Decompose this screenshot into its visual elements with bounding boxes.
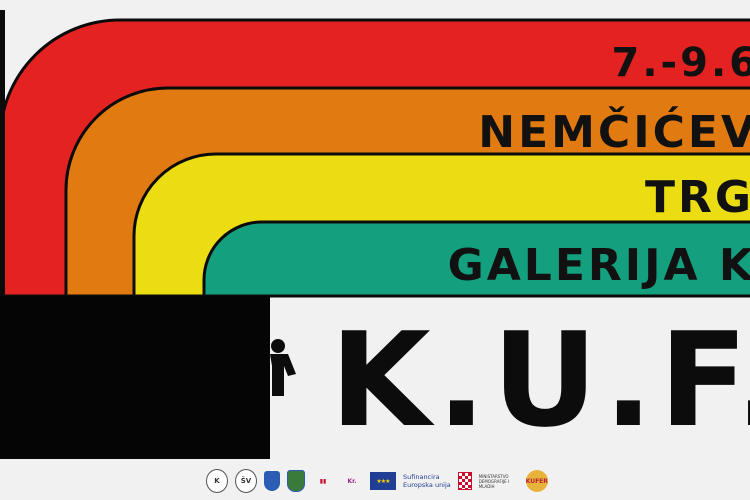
partner-logo-small-icon: ▮▮ [319,477,327,485]
partner-logo-seal-icon: ŠV [235,469,257,493]
poster-canvas: 7.-9.6 NEMČIĆEV TRG GALERIJA K K.U.F.E.R… [0,0,750,500]
person-figure-icon [270,339,296,396]
gallery-text: GALERIJA K [447,240,750,291]
left-edge-bar [0,10,5,296]
dates-text: 7.-9.6 [611,40,750,86]
ministry-label: MINISTARSTVO DEMOGRAFIJE I MLADIH [478,473,510,489]
black-block [0,296,270,459]
square-text: TRG [644,172,750,223]
eu-cofunded-label: Sufinancira Europska unija [403,473,451,489]
croatia-shield-icon [457,472,472,490]
kufer-badge-icon: KUFER [526,470,548,492]
kufer-logo-text: K.U.F.E.R [330,304,750,456]
partner-logo-kr-icon: Kr. [347,477,357,485]
partner-logos-strip: K ŠV ▮▮ Kr. ★★★ Sufinancira Europska uni… [206,466,548,496]
coat-of-arms-2-icon [287,470,305,492]
eu-flag-icon: ★★★ [370,472,396,490]
partner-logo-k-icon: K [206,469,228,493]
place-text: NEMČIĆEV [478,107,750,158]
coat-of-arms-icon [264,471,280,491]
